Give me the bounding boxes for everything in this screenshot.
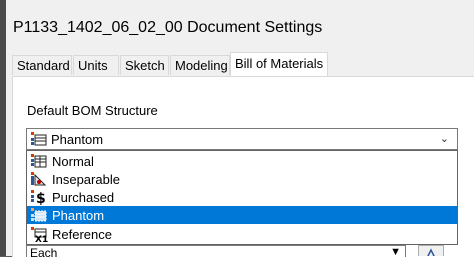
unit-quantity-combobox[interactable]: Each ▼ bbox=[26, 245, 406, 257]
svg-text:X1: X1 bbox=[35, 235, 48, 242]
dropdown-option-label: Inseparable bbox=[52, 172, 120, 187]
dropdown-option-label: Purchased bbox=[52, 190, 115, 205]
chevron-down-icon[interactable]: ⌄ bbox=[440, 132, 449, 145]
tab-bill-of-materials[interactable]: Bill of Materials bbox=[230, 52, 328, 76]
bom-structure-combobox[interactable]: Phantom ⌄ bbox=[26, 128, 458, 150]
bom-phantom-icon bbox=[30, 131, 48, 152]
tab-modeling[interactable]: Modeling bbox=[170, 55, 230, 75]
dialog-title: P1133_1402_06_02_00 Document Settings bbox=[13, 19, 323, 36]
svg-text:$: $ bbox=[36, 191, 46, 205]
tab-standard[interactable]: Standard bbox=[12, 55, 72, 75]
dropdown-option-reference[interactable]: X1 Reference bbox=[27, 225, 457, 245]
bom-structure-dropdown-list: Normal Inseparable $ Purchased Phantom X… bbox=[26, 150, 458, 245]
default-bom-structure-label: Default BOM Structure bbox=[27, 103, 158, 118]
dropdown-option-inseparable[interactable]: Inseparable bbox=[27, 170, 457, 188]
dropdown-option-label: Normal bbox=[52, 154, 94, 169]
dropdown-option-label: Phantom bbox=[52, 208, 105, 223]
dropdown-option-normal[interactable]: Normal bbox=[27, 152, 457, 170]
tab-sketch[interactable]: Sketch bbox=[120, 55, 169, 75]
edit-icon bbox=[427, 248, 435, 256]
bom-structure-selected-value: Phantom bbox=[51, 132, 104, 147]
dropdown-option-purchased[interactable]: $ Purchased bbox=[27, 188, 457, 207]
edit-button[interactable] bbox=[418, 245, 444, 256]
tab-units[interactable]: Units bbox=[73, 55, 119, 75]
dropdown-option-phantom[interactable]: Phantom bbox=[27, 206, 457, 224]
caret-down-icon[interactable]: ▼ bbox=[390, 246, 401, 257]
dropdown-option-label: Reference bbox=[52, 227, 112, 242]
bom-reference-icon: X1 bbox=[30, 226, 48, 247]
